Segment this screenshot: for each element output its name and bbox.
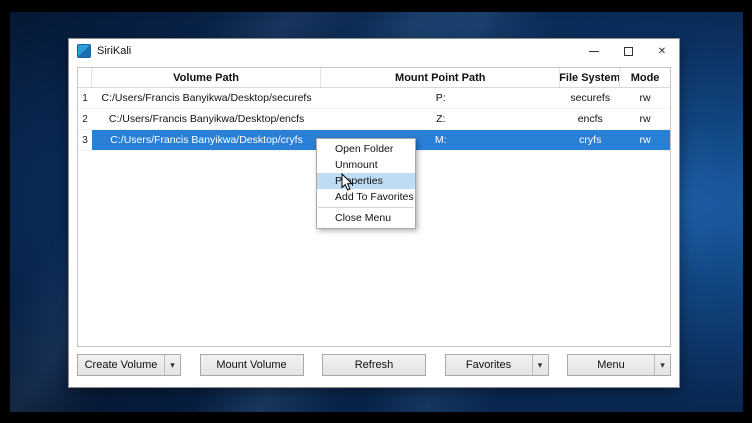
sirikali-app-icon	[77, 44, 91, 58]
minimize-icon	[589, 51, 599, 52]
volume-path-cell: C:/Users/Francis Banyikwa/Desktop/encfs	[92, 109, 321, 129]
table-header-row: Volume Path Mount Point Path File System…	[78, 68, 670, 88]
mode-cell: rw	[620, 109, 670, 129]
minimize-button[interactable]	[577, 39, 611, 63]
row-number: 2	[78, 109, 92, 129]
mount-volume-button[interactable]: Mount Volume	[200, 354, 304, 376]
file-system-cell: cryfs	[560, 130, 620, 150]
menu-item-open-folder[interactable]: Open Folder	[317, 141, 415, 157]
maximize-icon	[624, 47, 633, 56]
bottom-toolbar: Create Volume Mount Volume Refresh Favor…	[77, 354, 671, 376]
window-titlebar[interactable]: SiriKali	[69, 39, 679, 63]
column-header-mount-point-path[interactable]: Mount Point Path	[321, 68, 560, 87]
close-button[interactable]	[645, 39, 679, 63]
close-icon	[658, 45, 666, 57]
mount-point-cell: P:	[321, 88, 560, 108]
volume-path-cell: C:/Users/Francis Banyikwa/Desktop/secure…	[92, 88, 321, 108]
mouse-cursor	[341, 173, 354, 197]
refresh-button[interactable]: Refresh	[322, 354, 426, 376]
volume-path-cell: C:/Users/Francis Banyikwa/Desktop/cryfs	[92, 130, 321, 150]
create-volume-button[interactable]: Create Volume	[77, 354, 181, 376]
corner-header	[78, 68, 92, 87]
menu-item-add-to-favorites[interactable]: Add To Favorites	[317, 189, 415, 205]
mode-cell: rw	[620, 130, 670, 150]
menu-button[interactable]: Menu	[567, 354, 671, 376]
row-number: 1	[78, 88, 92, 108]
column-header-volume-path[interactable]: Volume Path	[92, 68, 321, 87]
favorites-button[interactable]: Favorites	[445, 354, 549, 376]
desktop-wallpaper: SiriKali Volume Path Mount Point Path Fi…	[10, 12, 743, 412]
table-row[interactable]: 2 C:/Users/Francis Banyikwa/Desktop/encf…	[78, 109, 670, 130]
menu-item-unmount[interactable]: Unmount	[317, 157, 415, 173]
window-controls	[577, 39, 679, 63]
menu-item-close-menu[interactable]: Close Menu	[317, 210, 415, 226]
dropdown-arrow-icon[interactable]	[654, 355, 670, 375]
dropdown-arrow-icon[interactable]	[532, 355, 548, 375]
menu-item-properties[interactable]: Properties	[317, 173, 415, 189]
file-system-cell: encfs	[560, 109, 620, 129]
mount-point-cell: Z:	[321, 109, 560, 129]
window-title: SiriKali	[97, 45, 131, 57]
column-header-file-system[interactable]: File System	[560, 68, 620, 87]
file-system-cell: securefs	[560, 88, 620, 108]
dropdown-arrow-icon[interactable]	[164, 355, 180, 375]
column-header-mode[interactable]: Mode	[620, 68, 670, 87]
menu-separator	[318, 207, 414, 208]
context-menu: Open Folder Unmount Properties Add To Fa…	[316, 138, 416, 229]
mode-cell: rw	[620, 88, 670, 108]
table-row[interactable]: 1 C:/Users/Francis Banyikwa/Desktop/secu…	[78, 88, 670, 109]
row-number: 3	[78, 130, 92, 150]
sirikali-window: SiriKali Volume Path Mount Point Path Fi…	[68, 38, 680, 388]
maximize-button[interactable]	[611, 39, 645, 63]
